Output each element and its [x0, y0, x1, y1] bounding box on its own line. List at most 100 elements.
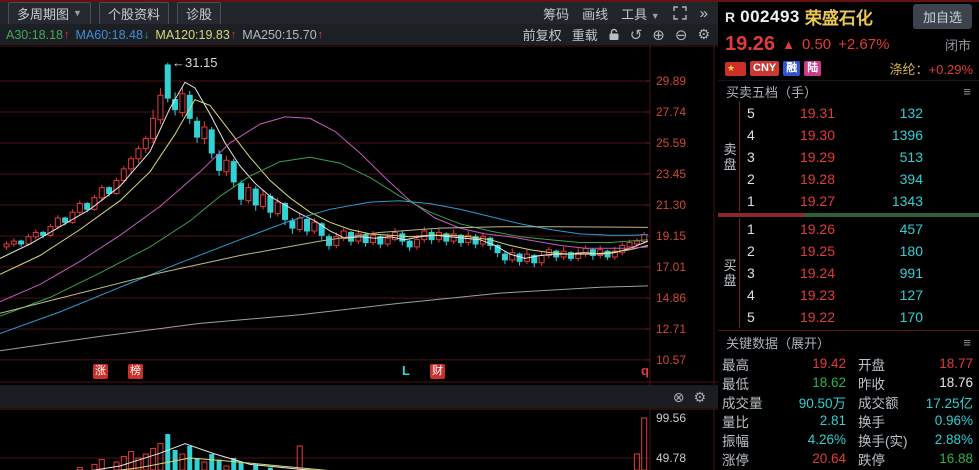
key-data-row: 振幅4.26%换手(实)2.88%: [718, 430, 979, 449]
stock-code: 002493: [740, 7, 800, 27]
stock-name: 荣盛石化: [805, 4, 873, 29]
svg-text:←31.15: ←31.15: [172, 55, 218, 70]
sector-name: 涤纶：: [890, 62, 929, 77]
diagnose-button[interactable]: 诊股: [177, 2, 221, 25]
adjust-mode-button[interactable]: 前复权: [523, 25, 562, 44]
up-arrow-icon: ↑: [318, 29, 324, 41]
svg-text:27.74: 27.74: [656, 105, 686, 119]
chevron-down-icon: ▼: [73, 8, 82, 18]
panel-divider-bar: ⊗ ⚙: [0, 385, 718, 408]
quote-level-row[interactable]: 419.23127: [740, 284, 979, 306]
quote-level-row[interactable]: 119.271343: [740, 190, 979, 212]
key-data-header[interactable]: 关键数据（展开） ≡: [718, 330, 979, 354]
key-data-grid: 最高19.42开盘18.77最低18.62昨收18.76成交量90.50万成交额…: [718, 354, 979, 470]
svg-text:14.86: 14.86: [656, 291, 686, 305]
market-status: 闭市: [945, 35, 971, 54]
quote-level-row[interactable]: 219.28394: [740, 168, 979, 190]
chips-button[interactable]: 筹码: [543, 4, 569, 23]
menu-icon[interactable]: ≡: [963, 335, 971, 350]
svg-text:23.45: 23.45: [656, 167, 686, 181]
sell-side-label: 卖盘: [723, 142, 737, 172]
chart-event-markers: 涨榜L财q: [0, 363, 650, 383]
ma-row-controls: 前复权 重载 ↺ ⊕ ⊖ ⚙: [523, 25, 710, 44]
stock-trading-app: 多周期图 ▼ 个股资料 诊股 筹码 画线 工具 ▼ »: [0, 0, 979, 470]
event-marker[interactable]: 榜: [128, 364, 143, 379]
quote-level-row[interactable]: 219.25180: [740, 240, 979, 262]
period-menu-label: 多周期图: [17, 4, 69, 23]
up-arrow-icon: ▲: [782, 37, 795, 52]
stock-info-button[interactable]: 个股资料: [99, 2, 169, 25]
menu-icon[interactable]: ≡: [963, 84, 971, 99]
badge-row: ★ CNY 融 陆 涤纶：+0.29%: [718, 57, 979, 80]
chart-column: 多周期图 ▼ 个股资料 诊股 筹码 画线 工具 ▼ »: [0, 0, 718, 470]
key-data-row: 成交量90.50万成交额17.25亿: [718, 392, 979, 411]
quote-header: R 002493 荣盛石化 加自选: [718, 2, 979, 31]
buy-side-label: 买盘: [723, 258, 737, 288]
ma-indicator-row: A30:18.18↑ MA60:18.48↓ MA120:19.83↑ MA250:1…: [0, 24, 718, 45]
price-change-pct: +2.67%: [838, 36, 889, 53]
quote-level-row[interactable]: 519.22170: [740, 306, 979, 328]
quote-level-row[interactable]: 519.31132: [740, 102, 979, 124]
quote-level-row[interactable]: 319.24991: [740, 262, 979, 284]
period-menu-button[interactable]: 多周期图 ▼: [8, 2, 91, 25]
quote-level-row[interactable]: 419.301396: [740, 124, 979, 146]
event-marker[interactable]: q: [641, 363, 649, 378]
svg-text:29.89: 29.89: [656, 74, 686, 88]
ma-indicator: MA120:19.83↑: [155, 28, 236, 42]
svg-text:99.56: 99.56: [656, 411, 686, 425]
buy-sell-ratio-bar: [718, 213, 979, 217]
svg-text:25.59: 25.59: [656, 136, 686, 150]
candlestick-chart-canvas: 29.89 27.74 25.59 23.45 21.30 19.15 17.01 14.86…: [0, 45, 718, 385]
close-icon[interactable]: ⊗: [673, 390, 685, 404]
last-price: 19.26: [725, 33, 775, 56]
event-marker[interactable]: 涨: [93, 364, 108, 379]
chevron-down-icon: ▼: [651, 11, 660, 21]
svg-text:12.71: 12.71: [656, 322, 686, 336]
svg-text:10.57: 10.57: [656, 353, 686, 367]
up-arrow-icon: ↑: [231, 29, 237, 41]
svg-text:17.01: 17.01: [656, 260, 686, 274]
ma-indicator: MA60:18.48↓: [76, 28, 150, 42]
key-data-row: 量比2.81换手0.96%: [718, 411, 979, 430]
ma-items: A30:18.18↑ MA60:18.48↓ MA120:19.83↑ MA250:1…: [0, 28, 323, 42]
price-change: 0.50: [802, 36, 831, 53]
event-marker[interactable]: L: [402, 363, 410, 378]
up-arrow-icon: ↑: [64, 29, 70, 41]
fullscreen-icon[interactable]: [673, 6, 687, 20]
order-book-header: 买卖五档（手） ≡: [718, 80, 979, 102]
connect-badge: 陆: [804, 61, 821, 76]
event-marker[interactable]: 财: [430, 364, 445, 379]
margin-badge: 融: [783, 61, 800, 76]
ma-indicator: MA250:15.70↑: [242, 28, 323, 42]
gear-icon[interactable]: ⚙: [697, 26, 710, 43]
margin-flag: R: [725, 9, 735, 25]
zoom-in-icon[interactable]: ⊕: [652, 26, 665, 44]
svg-text:21.30: 21.30: [656, 198, 686, 212]
candlestick-chart[interactable]: 29.89 27.74 25.59 23.45 21.30 19.15 17.01 14.86…: [0, 45, 718, 385]
undo-icon[interactable]: ↺: [630, 26, 643, 44]
quote-level-row[interactable]: 119.26457: [740, 218, 979, 240]
chart-toolbar: 多周期图 ▼ 个股资料 诊股 筹码 画线 工具 ▼ »: [0, 2, 718, 25]
volume-chart[interactable]: 99.5649.78: [0, 408, 718, 470]
buy-order-book: 买盘 119.26457219.25180319.24991419.231275…: [718, 218, 979, 328]
quote-level-row[interactable]: 319.29513: [740, 146, 979, 168]
key-data-row: 最高19.42开盘18.77: [718, 354, 979, 373]
ma-indicator: A30:18.18↑: [6, 28, 70, 42]
double-chevron-right-icon[interactable]: »: [700, 5, 708, 22]
draw-button[interactable]: 画线: [582, 4, 608, 23]
sector-change: +0.29%: [929, 62, 973, 77]
lock-icon[interactable]: [608, 28, 620, 41]
reload-button[interactable]: 重载: [572, 25, 598, 44]
down-arrow-icon: ↓: [144, 29, 150, 41]
toolbar-right-group: 筹码 画线 工具 ▼ »: [543, 4, 708, 23]
zoom-out-icon[interactable]: ⊖: [675, 26, 688, 44]
top-accent-line: [0, 0, 979, 2]
gear-icon[interactable]: ⚙: [693, 390, 706, 404]
key-data-row: 最低18.62昨收18.76: [718, 373, 979, 392]
price-row: 19.26 ▲ 0.50 +2.67% 闭市: [718, 31, 979, 57]
tools-menu-button[interactable]: 工具 ▼: [621, 4, 660, 23]
sector-quote[interactable]: 涤纶：+0.29%: [890, 59, 973, 78]
add-watchlist-button[interactable]: 加自选: [913, 4, 972, 29]
svg-text:19.15: 19.15: [656, 229, 686, 243]
currency-badge: CNY: [750, 61, 779, 76]
